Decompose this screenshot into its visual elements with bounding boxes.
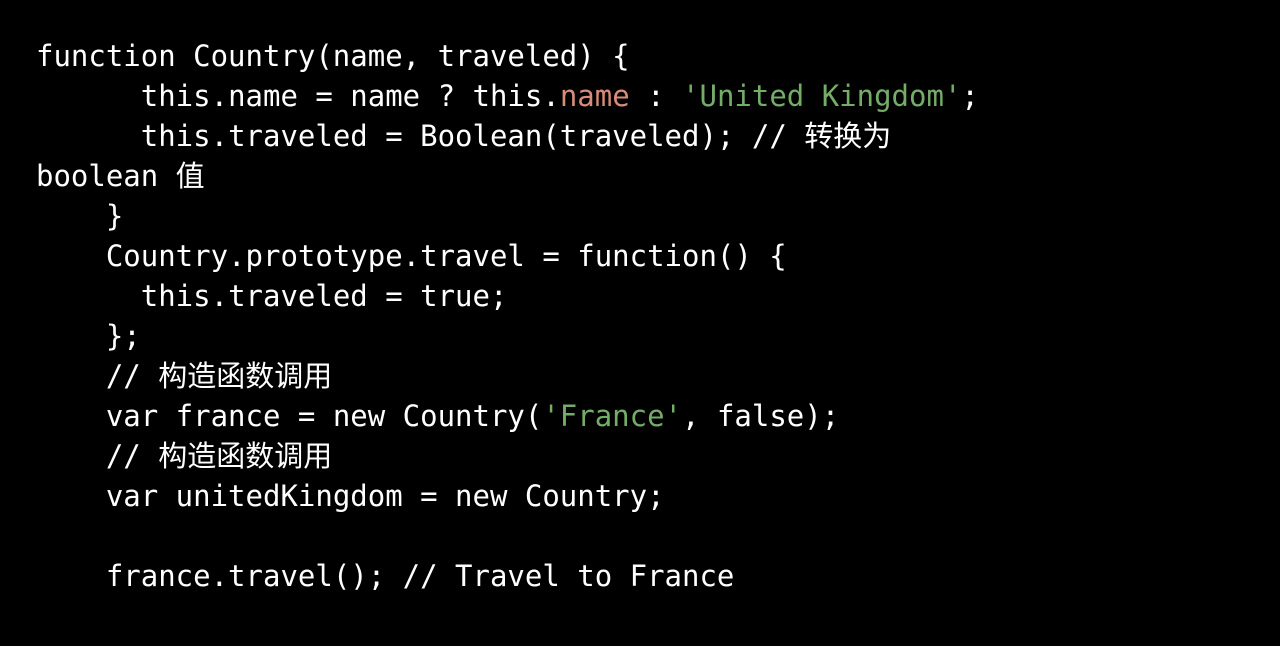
code-token-plain: }; — [105, 319, 141, 353]
code-token-comment: // Travel to France — [402, 559, 735, 593]
code-line: // 构造函数调用 — [0, 436, 1280, 476]
code-token-plain: var france = new Country( — [105, 399, 543, 433]
code-token-plain: } — [105, 199, 124, 233]
code-line: boolean 值 — [0, 156, 1280, 196]
code-token-string: 'United Kingdom' — [682, 79, 962, 113]
code-line: function Country(name, traveled) { — [0, 36, 1280, 76]
code-token-plain: name = name ? this. — [228, 79, 560, 113]
code-token-comment: // 构造函数调用 — [105, 439, 333, 473]
code-token-comment: // 转换为 — [751, 119, 892, 153]
code-token-plain: this. — [140, 79, 229, 113]
code-line: }; — [0, 316, 1280, 356]
code-token-plain: : — [629, 79, 683, 113]
code-line: // 构造函数调用 — [0, 356, 1280, 396]
code-token-plain: this.traveled = true; — [140, 279, 508, 313]
code-token-plain: france.travel(); — [105, 559, 403, 593]
code-line: this.traveled = true; — [0, 276, 1280, 316]
code-token-plain: Country.prototype.travel = function() { — [105, 239, 787, 273]
code-token-plain: , false); — [682, 399, 840, 433]
code-line: france.travel(); // Travel to France — [0, 556, 1280, 596]
code-token-plain: this.traveled = Boolean(traveled); — [140, 119, 752, 153]
code-line: } — [0, 196, 1280, 236]
code-line: var france = new Country('France', false… — [0, 396, 1280, 436]
code-line: this.name = name ? this.name : 'United K… — [0, 76, 1280, 116]
code-line: Country.prototype.travel = function() { — [0, 236, 1280, 276]
code-token-comment: // 构造函数调用 — [105, 359, 333, 393]
code-token-plain: var unitedKingdom = new Country; — [105, 479, 665, 513]
code-line: this.traveled = Boolean(traveled); // 转换… — [0, 116, 1280, 156]
code-token-comment: boolean 值 — [36, 159, 205, 193]
code-token-prop: name — [559, 79, 630, 113]
code-block[interactable]: function Country(name, traveled) { this.… — [0, 0, 1280, 646]
code-line: var unitedKingdom = new Country; — [0, 476, 1280, 516]
code-token-plain: function Country(name, traveled) { — [36, 39, 630, 73]
code-token-string: 'France' — [542, 399, 683, 433]
code-token-plain: ; — [961, 79, 979, 113]
